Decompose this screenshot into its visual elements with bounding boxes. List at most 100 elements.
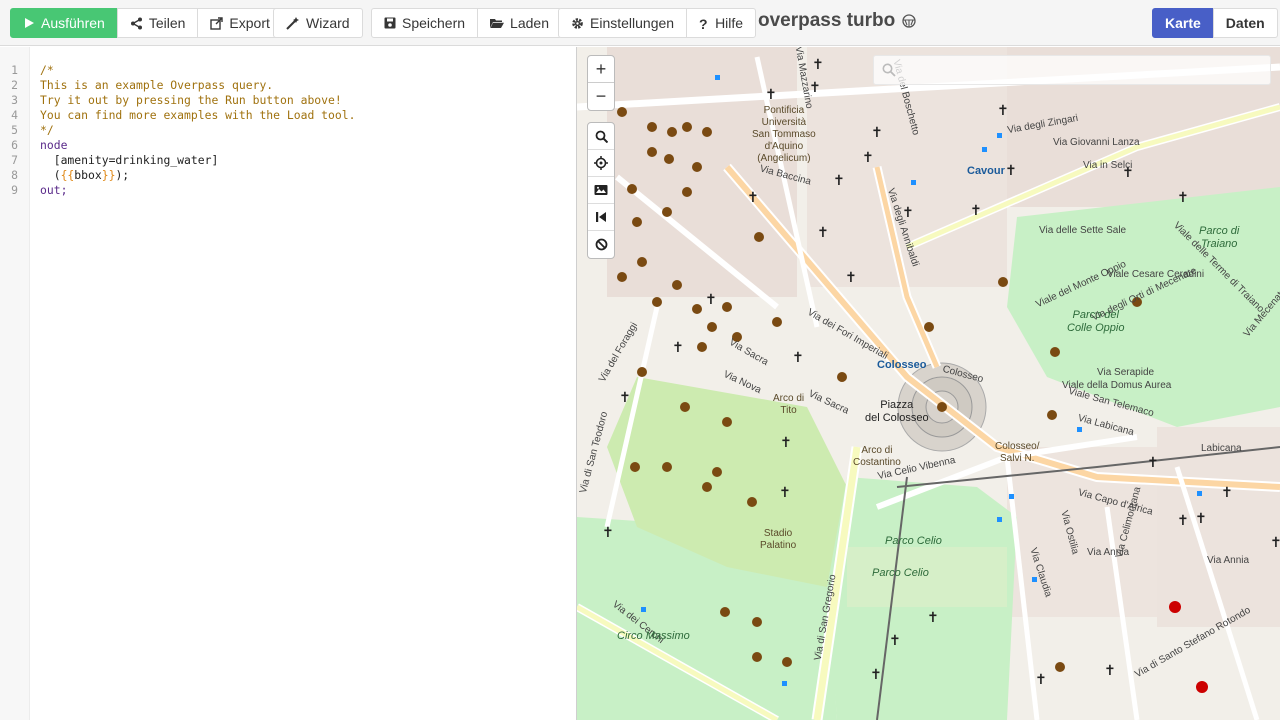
ban-icon	[595, 238, 607, 251]
app-title-text: overpass turbo	[758, 10, 896, 31]
svg-text:✝: ✝	[862, 150, 874, 166]
clear-data-button[interactable]	[588, 231, 614, 258]
zoom-control: + −	[587, 55, 615, 111]
image-icon	[594, 185, 608, 195]
svg-text:✝: ✝	[812, 57, 824, 73]
brace-close: }}	[101, 168, 116, 182]
svg-text:✝: ✝	[1270, 535, 1280, 551]
export-icon	[210, 16, 224, 30]
map-label: Via in Selci	[1083, 160, 1133, 171]
svg-text:✝: ✝	[889, 633, 901, 649]
svg-text:✝: ✝	[1177, 513, 1189, 529]
gear-icon	[572, 17, 583, 29]
load-button[interactable]: Laden	[477, 8, 562, 38]
question-icon: ?	[699, 17, 708, 30]
zoom-out-button[interactable]: −	[588, 83, 614, 110]
svg-text:✝: ✝	[1177, 190, 1189, 206]
step-backward-icon	[596, 212, 606, 222]
play-icon	[25, 18, 34, 28]
map-label: Cavour	[967, 165, 1005, 177]
export-label: Export	[229, 15, 270, 31]
code-line: Try it out by pressing the Run button ab…	[40, 93, 342, 107]
turbo-logo-icon	[902, 14, 916, 28]
floppy-disk-icon	[384, 17, 396, 29]
map-search-input[interactable]	[902, 61, 1262, 81]
code-line: [amenity=drinking_water]	[40, 153, 219, 167]
code-line: out;	[40, 183, 68, 197]
svg-text:✝: ✝	[672, 340, 684, 356]
map-search-box[interactable]	[873, 55, 1271, 85]
svg-text:✝: ✝	[1005, 163, 1017, 179]
map-label: Parco Celio	[872, 567, 929, 579]
query-editor[interactable]: 1 2 3 4 5 6 7 8 9 /* This is an example …	[0, 47, 577, 720]
code-segment: bbox	[74, 168, 102, 182]
settings-help-group: Einstellungen ? Hilfe	[558, 8, 757, 38]
code-line: This is an example Overpass query.	[40, 78, 274, 92]
tab-map-label: Karte	[1165, 15, 1201, 31]
line-number: 6	[11, 138, 18, 152]
save-button[interactable]: Speichern	[371, 8, 479, 38]
help-button[interactable]: ? Hilfe	[686, 8, 757, 38]
line-number: 1	[11, 63, 18, 77]
view-tabs: Karte Daten	[1152, 8, 1278, 38]
zoom-to-data-button[interactable]	[588, 123, 614, 150]
svg-text:✝: ✝	[817, 225, 829, 241]
load-label: Laden	[510, 15, 549, 31]
folder-open-icon	[490, 19, 505, 28]
locate-me-button[interactable]	[588, 150, 614, 177]
map-label: Via Serapide	[1097, 367, 1155, 378]
map-label: Via Giovanni Lanza	[1053, 137, 1140, 148]
svg-text:✝: ✝	[1221, 485, 1233, 501]
run-label: Ausführen	[41, 15, 105, 31]
svg-text:✝: ✝	[927, 610, 939, 626]
svg-text:?: ?	[699, 17, 708, 30]
crosshair-icon	[594, 156, 608, 170]
toolbar: Ausführen Teilen Export Wizard Speichern…	[0, 0, 1280, 46]
tab-map[interactable]: Karte	[1152, 8, 1214, 38]
help-label: Hilfe	[715, 15, 744, 31]
share-label: Teilen	[148, 15, 186, 31]
svg-text:✝: ✝	[747, 190, 759, 206]
wizard-button[interactable]: Wizard	[273, 8, 363, 38]
run-button[interactable]: Ausführen	[10, 8, 118, 38]
line-number: 4	[11, 108, 18, 122]
code-segment: );	[115, 168, 130, 182]
svg-text:✝: ✝	[1147, 455, 1159, 471]
line-number: 8	[11, 168, 18, 182]
code-line: /*	[40, 63, 54, 77]
svg-text:✝: ✝	[845, 270, 857, 286]
settings-button[interactable]: Einstellungen	[558, 8, 688, 38]
map-view[interactable]: ✝ ✝ ✝ ✝ ✝ ✝ ✝ ✝ ✝ ✝ ✝ ✝ ✝ ✝ ✝ ✝ ✝ ✝ ✝ ✝ ✝ ✝ ✝ ✝ ✝ ✝ ✝ ✝ ✝ ✝ …	[577, 47, 1280, 720]
map-label: Labicana	[1201, 443, 1242, 454]
run-share-export-group: Ausführen Teilen Export	[10, 8, 283, 38]
wizard-label: Wizard	[306, 15, 350, 31]
tab-data[interactable]: Daten	[1212, 8, 1278, 38]
svg-text:✝: ✝	[1035, 672, 1047, 688]
search-icon	[882, 63, 896, 77]
code-line: */	[40, 123, 54, 137]
svg-text:✝: ✝	[1104, 663, 1116, 679]
svg-text:✝: ✝	[705, 292, 717, 308]
line-number: 3	[11, 93, 18, 107]
svg-text:✝: ✝	[779, 485, 791, 501]
magnifier-icon	[595, 130, 608, 143]
code-segment: (	[40, 168, 61, 182]
map-label: Colosseo	[877, 359, 927, 371]
restore-view-button[interactable]	[588, 204, 614, 231]
map-label: Arco di Tito	[773, 393, 805, 416]
share-button[interactable]: Teilen	[116, 8, 199, 38]
export-image-button[interactable]	[588, 177, 614, 204]
tab-data-label: Daten	[1225, 15, 1265, 31]
export-button[interactable]: Export	[197, 8, 283, 38]
magic-wand-icon	[286, 16, 299, 30]
wizard-group: Wizard	[273, 8, 363, 38]
map-label: Piazza del Colosseo	[865, 399, 929, 424]
zoom-in-button[interactable]: +	[588, 56, 614, 83]
svg-text:✝: ✝	[780, 435, 792, 451]
map-label: Colosseo/ Salvi N.	[995, 441, 1040, 464]
svg-text:✝: ✝	[765, 87, 777, 103]
svg-text:✝: ✝	[619, 390, 631, 406]
svg-text:✝: ✝	[1195, 511, 1207, 527]
svg-text:✝: ✝	[833, 173, 845, 189]
share-icon	[130, 17, 142, 29]
